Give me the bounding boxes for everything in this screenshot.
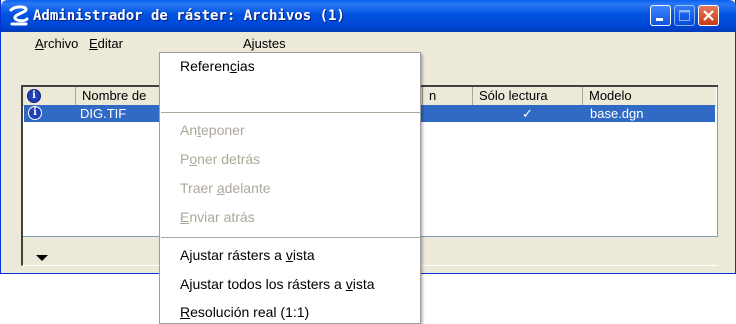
menu-archivo-label-b: rchivo bbox=[43, 36, 79, 51]
header-name-label: Nombre de bbox=[82, 88, 147, 103]
anteponer-label-a: An bbox=[180, 122, 198, 138]
row-model: base.dgn bbox=[590, 106, 644, 121]
minimize-icon bbox=[656, 18, 663, 21]
header-read-only-label: Sólo lectura bbox=[479, 88, 548, 103]
menu-item-traer-adelante[interactable]: Traer adelante bbox=[180, 177, 271, 199]
menu-editar-accel: E bbox=[89, 36, 98, 51]
window-title: Administrador de ráster: Archivos (1) bbox=[33, 8, 345, 24]
traer-adelante-label-b: delante bbox=[224, 180, 271, 196]
header-n-label: n bbox=[429, 88, 437, 103]
poner-detras-label-b: ner detrás bbox=[197, 151, 261, 167]
info-icon: i bbox=[27, 89, 41, 103]
menu-item-resolucion-real[interactable]: Resolución real (1:1) bbox=[180, 301, 309, 323]
visualizar-menu: Referencias Anteponer Poner detrás Traer… bbox=[159, 52, 421, 324]
traer-adelante-label-a: Traer bbox=[180, 180, 217, 196]
close-icon bbox=[703, 10, 714, 21]
arrow-down-icon[interactable] bbox=[35, 254, 49, 262]
title-bar[interactable]: Administrador de ráster: Archivos (1) bbox=[1, 0, 736, 32]
raster-info-icon: i bbox=[28, 106, 42, 120]
header-info-column[interactable]: i bbox=[23, 87, 76, 105]
header-model-label: Modelo bbox=[589, 88, 632, 103]
checkmark-icon: ✓ bbox=[522, 106, 533, 121]
referencias-label-a: Referen bbox=[180, 58, 230, 74]
menu-item-ajustar-rasters-a-vista[interactable]: Ajustar rásters a vista bbox=[180, 244, 315, 266]
menu-item-enviar-atras[interactable]: Enviar atrás bbox=[180, 206, 255, 228]
menu-ajustes[interactable]: Ajustes bbox=[239, 35, 290, 52]
row-name: DIG.TIF bbox=[80, 106, 127, 121]
maximize-icon bbox=[679, 10, 690, 21]
menu-ajustes-label-a: A bbox=[243, 36, 252, 51]
ajustar-vista-accel: v bbox=[285, 247, 293, 263]
enviar-atras-label-b: nviar atrás bbox=[189, 209, 255, 225]
ajustar-todos-label-b: ista bbox=[352, 276, 375, 292]
menu-editar[interactable]: Editar bbox=[85, 35, 127, 52]
menu-separator bbox=[161, 237, 420, 238]
header-model-column[interactable]: Modelo bbox=[583, 87, 716, 105]
enviar-atras-accel: E bbox=[180, 209, 190, 225]
menu-item-poner-detras[interactable]: Poner detrás bbox=[180, 148, 260, 170]
referencias-label-b: ias bbox=[236, 58, 255, 74]
menu-archivo-accel: A bbox=[35, 36, 44, 51]
resolucion-real-accel: R bbox=[180, 304, 191, 320]
header-read-only-column[interactable]: Sólo lectura bbox=[473, 87, 583, 105]
ajustar-vista-label-b: ista bbox=[292, 247, 315, 263]
ajustar-todos-accel: v bbox=[345, 276, 353, 292]
poner-detras-label-a: P bbox=[180, 151, 190, 167]
menu-ajustes-label-b: ustes bbox=[254, 36, 286, 51]
ajustar-todos-label-a: Ajustar todos los rásters a bbox=[180, 276, 346, 292]
menu-bar: Archivo Editar Visualizar Ajustes bbox=[1, 32, 736, 73]
resolucion-real-label-b: esolución real (1:1) bbox=[190, 304, 310, 320]
ajustar-vista-label-a: Ajustar rásters a bbox=[180, 247, 286, 263]
menu-separator bbox=[161, 112, 420, 113]
microstation-icon bbox=[9, 5, 29, 26]
referencias-accel: c bbox=[229, 58, 237, 74]
close-button[interactable] bbox=[698, 5, 719, 26]
menu-archivo[interactable]: Archivo bbox=[31, 35, 82, 52]
poner-detras-accel: o bbox=[189, 151, 198, 167]
traer-adelante-accel: a bbox=[216, 180, 225, 196]
minimize-button[interactable] bbox=[650, 5, 671, 26]
anteponer-label-b: eponer bbox=[201, 122, 245, 138]
menu-item-anteponer[interactable]: Anteponer bbox=[180, 119, 245, 141]
header-column-n[interactable]: n bbox=[423, 87, 473, 105]
maximize-button[interactable] bbox=[674, 5, 695, 26]
menu-item-referencias[interactable]: Referencias bbox=[180, 55, 255, 77]
menu-editar-label-b: ditar bbox=[97, 36, 123, 51]
menu-item-ajustar-todos[interactable]: Ajustar todos los rásters a vista bbox=[180, 273, 375, 295]
